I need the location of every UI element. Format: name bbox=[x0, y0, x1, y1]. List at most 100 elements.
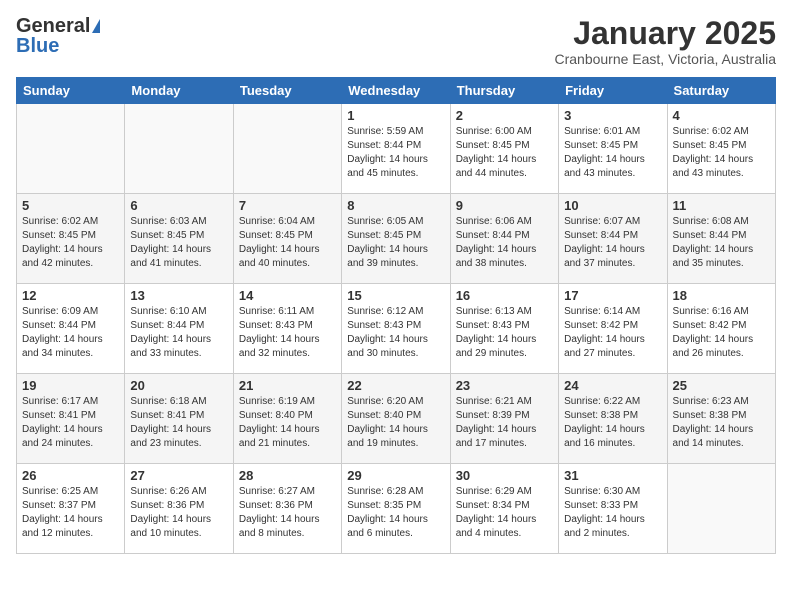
day-number: 27 bbox=[130, 468, 227, 483]
calendar-cell: 27 Sunrise: 6:26 AM Sunset: 8:36 PM Dayli… bbox=[125, 464, 233, 554]
day-number: 28 bbox=[239, 468, 336, 483]
calendar-cell bbox=[233, 104, 341, 194]
logo-general-text: General bbox=[16, 16, 90, 36]
calendar-cell: 19 Sunrise: 6:17 AM Sunset: 8:41 PM Dayli… bbox=[17, 374, 125, 464]
calendar-cell: 24 Sunrise: 6:22 AM Sunset: 8:38 PM Dayli… bbox=[559, 374, 667, 464]
calendar-cell: 30 Sunrise: 6:29 AM Sunset: 8:34 PM Dayli… bbox=[450, 464, 558, 554]
day-number: 20 bbox=[130, 378, 227, 393]
cell-info: Sunrise: 6:14 AM Sunset: 8:42 PM Dayligh… bbox=[564, 305, 661, 361]
cell-info: Sunrise: 6:18 AM Sunset: 8:41 PM Dayligh… bbox=[130, 395, 227, 451]
day-number: 14 bbox=[239, 288, 336, 303]
cell-info: Sunrise: 6:16 AM Sunset: 8:42 PM Dayligh… bbox=[673, 305, 770, 361]
day-number: 8 bbox=[347, 198, 444, 213]
day-number: 21 bbox=[239, 378, 336, 393]
calendar-cell: 2 Sunrise: 6:00 AM Sunset: 8:45 PM Daylig… bbox=[450, 104, 558, 194]
cell-info: Sunrise: 6:09 AM Sunset: 8:44 PM Dayligh… bbox=[22, 305, 119, 361]
calendar-cell: 23 Sunrise: 6:21 AM Sunset: 8:39 PM Dayli… bbox=[450, 374, 558, 464]
location-text: Cranbourne East, Victoria, Australia bbox=[554, 51, 776, 67]
calendar-cell: 17Sunrise: 6:14 AM Sunset: 8:42 PM Dayli… bbox=[559, 284, 667, 374]
cell-info: Sunrise: 6:02 AM Sunset: 8:45 PM Dayligh… bbox=[673, 125, 770, 181]
title-block: January 2025 Cranbourne East, Victoria, … bbox=[554, 16, 776, 67]
cell-info: Sunrise: 6:03 AM Sunset: 8:45 PM Dayligh… bbox=[130, 215, 227, 271]
calendar-cell: 22Sunrise: 6:20 AM Sunset: 8:40 PM Dayli… bbox=[342, 374, 450, 464]
cell-info: Sunrise: 6:17 AM Sunset: 8:41 PM Dayligh… bbox=[22, 395, 119, 451]
calendar-cell: 1 Sunrise: 5:59 AM Sunset: 8:44 PM Daylig… bbox=[342, 104, 450, 194]
cell-info: Sunrise: 6:08 AM Sunset: 8:44 PM Dayligh… bbox=[673, 215, 770, 271]
day-number: 30 bbox=[456, 468, 553, 483]
calendar-cell: 26 Sunrise: 6:25 AM Sunset: 8:37 PM Dayli… bbox=[17, 464, 125, 554]
calendar-table: SundayMondayTuesdayWednesdayThursdayFrid… bbox=[16, 77, 776, 554]
calendar-cell: 3Sunrise: 6:01 AM Sunset: 8:45 PM Daylig… bbox=[559, 104, 667, 194]
calendar-cell: 15 Sunrise: 6:12 AM Sunset: 8:43 PM Dayli… bbox=[342, 284, 450, 374]
day-number: 31 bbox=[564, 468, 661, 483]
cell-info: Sunrise: 6:07 AM Sunset: 8:44 PM Dayligh… bbox=[564, 215, 661, 271]
cell-info: Sunrise: 6:21 AM Sunset: 8:39 PM Dayligh… bbox=[456, 395, 553, 451]
cell-info: Sunrise: 6:05 AM Sunset: 8:45 PM Dayligh… bbox=[347, 215, 444, 271]
day-number: 26 bbox=[22, 468, 119, 483]
calendar-cell: 31Sunrise: 6:30 AM Sunset: 8:33 PM Dayli… bbox=[559, 464, 667, 554]
weekday-header-wednesday: Wednesday bbox=[342, 78, 450, 104]
calendar-cell: 10 Sunrise: 6:07 AM Sunset: 8:44 PM Dayli… bbox=[559, 194, 667, 284]
calendar-cell: 18Sunrise: 6:16 AM Sunset: 8:42 PM Dayli… bbox=[667, 284, 775, 374]
cell-info: Sunrise: 6:20 AM Sunset: 8:40 PM Dayligh… bbox=[347, 395, 444, 451]
calendar-week-row: 5Sunrise: 6:02 AM Sunset: 8:45 PM Daylig… bbox=[17, 194, 776, 284]
day-number: 4 bbox=[673, 108, 770, 123]
calendar-cell: 4 Sunrise: 6:02 AM Sunset: 8:45 PM Daylig… bbox=[667, 104, 775, 194]
day-number: 23 bbox=[456, 378, 553, 393]
day-number: 19 bbox=[22, 378, 119, 393]
calendar-cell bbox=[667, 464, 775, 554]
day-number: 2 bbox=[456, 108, 553, 123]
calendar-cell: 16 Sunrise: 6:13 AM Sunset: 8:43 PM Dayli… bbox=[450, 284, 558, 374]
cell-info: Sunrise: 6:10 AM Sunset: 8:44 PM Dayligh… bbox=[130, 305, 227, 361]
calendar-week-row: 19 Sunrise: 6:17 AM Sunset: 8:41 PM Dayli… bbox=[17, 374, 776, 464]
cell-info: Sunrise: 6:27 AM Sunset: 8:36 PM Dayligh… bbox=[239, 485, 336, 541]
calendar-cell: 28 Sunrise: 6:27 AM Sunset: 8:36 PM Dayli… bbox=[233, 464, 341, 554]
logo: General Blue bbox=[16, 16, 100, 56]
calendar-cell: 9Sunrise: 6:06 AM Sunset: 8:44 PM Daylig… bbox=[450, 194, 558, 284]
day-number: 15 bbox=[347, 288, 444, 303]
day-number: 13 bbox=[130, 288, 227, 303]
calendar-week-row: 12Sunrise: 6:09 AM Sunset: 8:44 PM Dayli… bbox=[17, 284, 776, 374]
day-number: 16 bbox=[456, 288, 553, 303]
cell-info: Sunrise: 6:06 AM Sunset: 8:44 PM Dayligh… bbox=[456, 215, 553, 271]
calendar-cell: 20 Sunrise: 6:18 AM Sunset: 8:41 PM Dayli… bbox=[125, 374, 233, 464]
cell-info: Sunrise: 6:01 AM Sunset: 8:45 PM Dayligh… bbox=[564, 125, 661, 181]
weekday-header-sunday: Sunday bbox=[17, 78, 125, 104]
day-number: 6 bbox=[130, 198, 227, 213]
cell-info: Sunrise: 6:19 AM Sunset: 8:40 PM Dayligh… bbox=[239, 395, 336, 451]
weekday-header-tuesday: Tuesday bbox=[233, 78, 341, 104]
calendar-cell: 12Sunrise: 6:09 AM Sunset: 8:44 PM Dayli… bbox=[17, 284, 125, 374]
page-header: General Blue January 2025 Cranbourne Eas… bbox=[16, 16, 776, 67]
calendar-cell: 6 Sunrise: 6:03 AM Sunset: 8:45 PM Daylig… bbox=[125, 194, 233, 284]
day-number: 1 bbox=[347, 108, 444, 123]
weekday-header-monday: Monday bbox=[125, 78, 233, 104]
calendar-cell: 11 Sunrise: 6:08 AM Sunset: 8:44 PM Dayli… bbox=[667, 194, 775, 284]
cell-info: Sunrise: 6:12 AM Sunset: 8:43 PM Dayligh… bbox=[347, 305, 444, 361]
day-number: 11 bbox=[673, 198, 770, 213]
day-number: 25 bbox=[673, 378, 770, 393]
calendar-cell: 14 Sunrise: 6:11 AM Sunset: 8:43 PM Dayli… bbox=[233, 284, 341, 374]
calendar-week-row: 1 Sunrise: 5:59 AM Sunset: 8:44 PM Daylig… bbox=[17, 104, 776, 194]
calendar-cell bbox=[125, 104, 233, 194]
cell-info: Sunrise: 6:04 AM Sunset: 8:45 PM Dayligh… bbox=[239, 215, 336, 271]
cell-info: Sunrise: 6:22 AM Sunset: 8:38 PM Dayligh… bbox=[564, 395, 661, 451]
day-number: 5 bbox=[22, 198, 119, 213]
calendar-cell: 13 Sunrise: 6:10 AM Sunset: 8:44 PM Dayli… bbox=[125, 284, 233, 374]
cell-info: Sunrise: 6:11 AM Sunset: 8:43 PM Dayligh… bbox=[239, 305, 336, 361]
day-number: 24 bbox=[564, 378, 661, 393]
weekday-header-saturday: Saturday bbox=[667, 78, 775, 104]
cell-info: Sunrise: 6:23 AM Sunset: 8:38 PM Dayligh… bbox=[673, 395, 770, 451]
calendar-cell: 29 Sunrise: 6:28 AM Sunset: 8:35 PM Dayli… bbox=[342, 464, 450, 554]
cell-info: Sunrise: 6:25 AM Sunset: 8:37 PM Dayligh… bbox=[22, 485, 119, 541]
cell-info: Sunrise: 5:59 AM Sunset: 8:44 PM Dayligh… bbox=[347, 125, 444, 181]
weekday-header-friday: Friday bbox=[559, 78, 667, 104]
cell-info: Sunrise: 6:26 AM Sunset: 8:36 PM Dayligh… bbox=[130, 485, 227, 541]
day-number: 29 bbox=[347, 468, 444, 483]
cell-info: Sunrise: 6:29 AM Sunset: 8:34 PM Dayligh… bbox=[456, 485, 553, 541]
calendar-cell: 5Sunrise: 6:02 AM Sunset: 8:45 PM Daylig… bbox=[17, 194, 125, 284]
calendar-cell: 25 Sunrise: 6:23 AM Sunset: 8:38 PM Dayli… bbox=[667, 374, 775, 464]
cell-info: Sunrise: 6:28 AM Sunset: 8:35 PM Dayligh… bbox=[347, 485, 444, 541]
cell-info: Sunrise: 6:13 AM Sunset: 8:43 PM Dayligh… bbox=[456, 305, 553, 361]
cell-info: Sunrise: 6:00 AM Sunset: 8:45 PM Dayligh… bbox=[456, 125, 553, 181]
day-number: 10 bbox=[564, 198, 661, 213]
